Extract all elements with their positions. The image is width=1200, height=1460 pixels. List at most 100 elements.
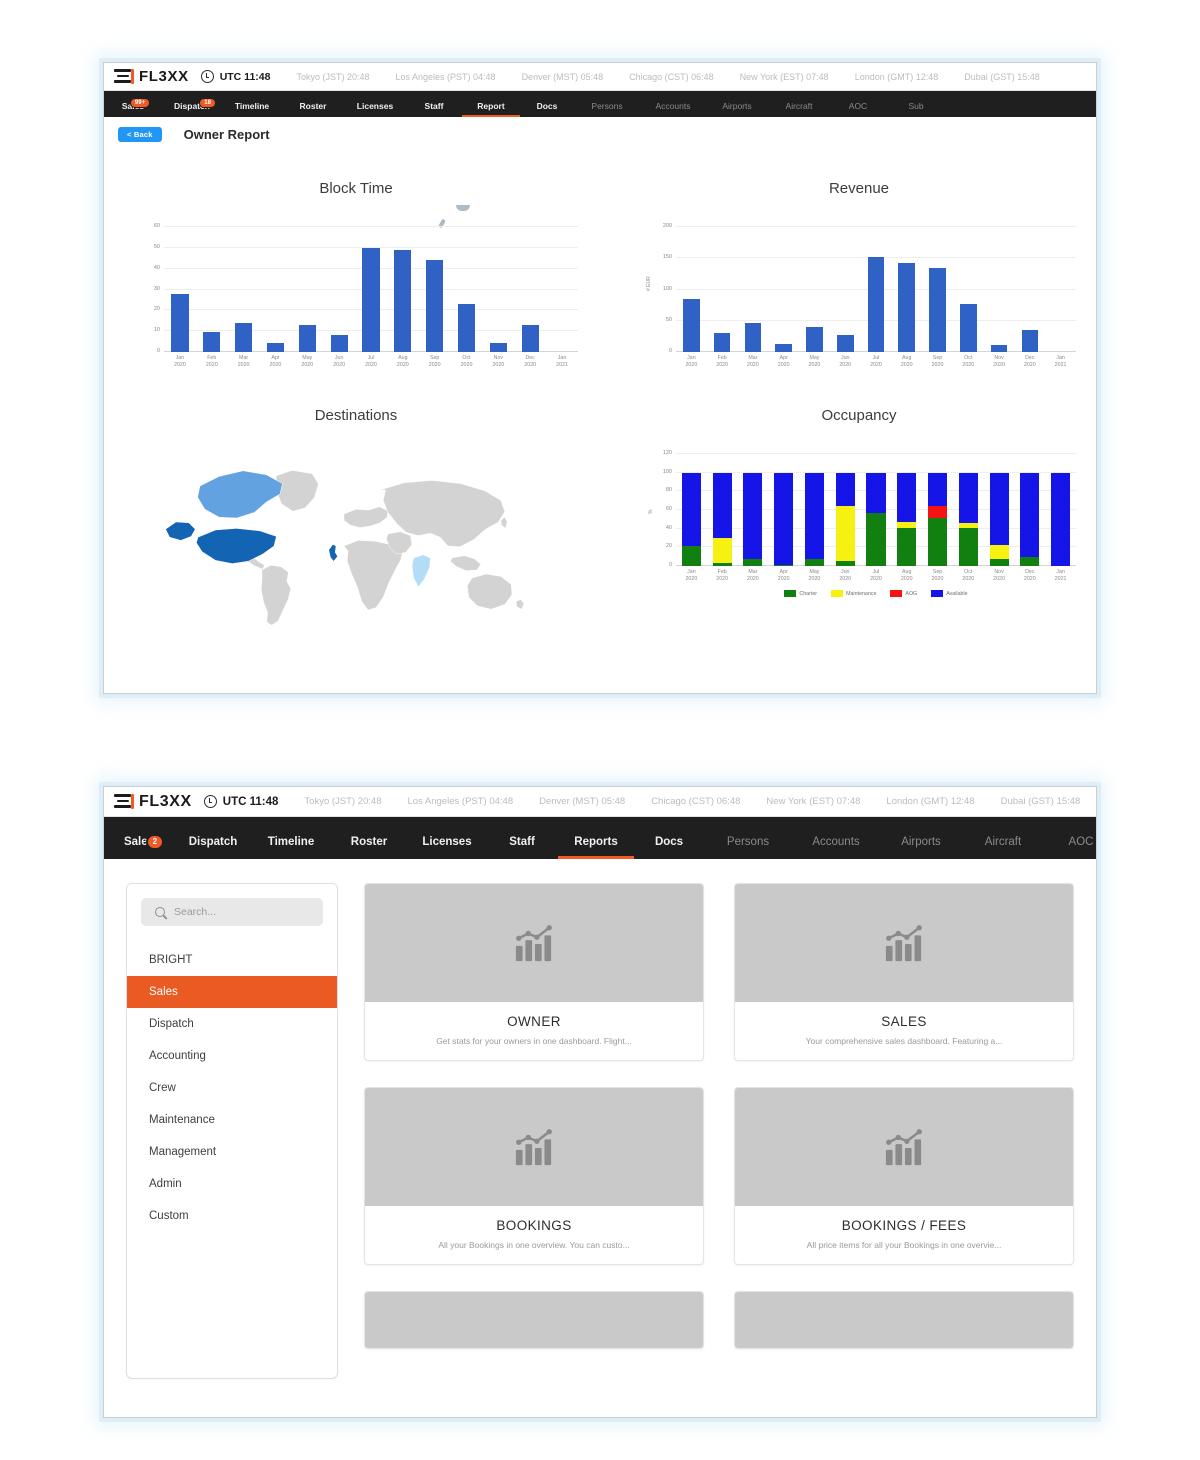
legend-item-maintenance[interactable]: Maintenance [831,590,876,597]
nav-item-docs[interactable]: Docs [634,836,704,859]
bar[interactable] [929,268,946,352]
fl3xx-logo-2[interactable]: FL3XX [114,793,192,811]
fl3xx-logo[interactable]: FL3XX [114,68,189,85]
bar[interactable] [1051,472,1071,566]
nav-item-airports[interactable]: Airports [880,836,962,859]
bar[interactable] [744,323,762,352]
bar[interactable] [330,335,348,352]
bar[interactable] [681,472,701,566]
nav-item-persons[interactable]: Persons [704,836,792,859]
bar[interactable] [867,257,885,352]
nav-item-aoc[interactable]: AOC [1044,836,1096,859]
nav-item-staff[interactable]: Staff [486,836,558,859]
bar[interactable] [990,344,1008,352]
xaxis-revenue: Jan 2020 Feb 2020 Mar 2020 Apr 2020 May 2020 Jun 20… [676,355,1076,369]
bar[interactable] [457,304,476,352]
bar[interactable] [713,333,731,352]
nav-item-reports[interactable]: Reports [558,836,634,859]
search-field[interactable]: Search... [141,898,323,926]
nav-item-airports[interactable]: Airports [706,101,768,117]
sidebar-item-bright[interactable]: BRIGHT [127,944,337,976]
nav-item-dispatch[interactable]: Dispatch [174,836,252,859]
bar[interactable] [743,472,763,566]
nav-item-persons[interactable]: Persons [574,101,640,117]
report-card-bookings-fees[interactable]: BOOKINGS / FEES All price items for all y… [734,1087,1074,1265]
nav-item-roster[interactable]: Roster [330,836,408,859]
nav-item-aircraft[interactable]: Aircraft [962,836,1044,859]
nav-item-aoc[interactable]: AOC [830,101,886,117]
report-card-sales[interactable]: SALES Your comprehensive sales dashboard.… [734,883,1074,1061]
bar[interactable] [804,472,824,566]
sidebar-item-management[interactable]: Management [127,1136,337,1168]
sidebar-item-sales[interactable]: Sales [127,976,337,1008]
bar[interactable] [806,327,823,352]
legend-swatch [890,590,903,597]
bar[interactable] [898,263,916,352]
nav-item-sales[interactable]: Sales 2 [104,834,174,859]
bar-slot [164,227,196,352]
nav-item-dispatch[interactable]: Dispatch 18 [162,98,222,117]
bar[interactable] [362,247,380,352]
back-button[interactable]: < Back [118,127,162,142]
report-card-partial[interactable] [364,1291,704,1349]
report-card-bookings[interactable]: BOOKINGS All your Bookings in one overvie… [364,1087,704,1265]
nav-item-sales[interactable]: Sales99+ [104,98,162,117]
bar[interactable] [835,472,855,566]
legend-item-aog[interactable]: AOG [890,590,917,597]
bar[interactable] [959,303,977,352]
bar[interactable] [394,249,412,352]
nav-item-accounts[interactable]: Accounts [640,101,706,117]
bar[interactable] [958,472,978,566]
chart-title-block-time: Block Time [319,180,393,197]
nav-item-staff[interactable]: Staff [406,101,462,117]
nav-item-report[interactable]: Report [462,101,520,117]
bar[interactable] [683,298,700,352]
legend-item-available[interactable]: Available [931,590,968,597]
bar[interactable] [298,324,316,352]
bar[interactable] [521,324,539,352]
nav-item-docs[interactable]: Docs [520,101,574,117]
bar-slot [1014,227,1045,352]
world-map[interactable] [126,438,586,638]
nav-item-accounts[interactable]: Accounts [792,836,880,859]
bar[interactable] [1021,330,1039,352]
bar[interactable] [775,343,792,352]
x-tick-label: Feb 2020 [716,569,729,582]
bar[interactable] [927,472,948,566]
sidebar-item-accounting[interactable]: Accounting [127,1040,337,1072]
nav-item-licenses[interactable]: Licenses [408,836,486,859]
report-card-owner[interactable]: OWNER Get stats for your owners in one da… [364,883,704,1061]
sidebar-item-dispatch[interactable]: Dispatch [127,1008,337,1040]
sidebar-item-crew[interactable]: Crew [127,1072,337,1104]
bar[interactable] [712,472,732,566]
bar[interactable] [489,342,507,352]
nav-item-aircraft[interactable]: Aircraft [768,101,830,117]
bar[interactable] [266,342,285,352]
bar[interactable] [836,335,854,352]
bar[interactable] [897,472,917,566]
bar[interactable] [989,472,1009,566]
bar[interactable] [774,472,794,566]
reports-body: Search... BRIGHT Sales Dispatch Accounting C… [104,859,1096,1417]
card-thumbnail [735,1292,1073,1348]
nav-item-timeline[interactable]: Timeline [222,101,282,117]
bar[interactable] [1020,472,1040,566]
bar[interactable] [203,332,221,352]
sidebar-item-custom[interactable]: Custom [127,1200,337,1232]
sidebar-item-admin[interactable]: Admin [127,1168,337,1200]
sidebar-item-maintenance[interactable]: Maintenance [127,1104,337,1136]
bar[interactable] [426,260,444,352]
bar[interactable] [866,472,886,566]
legend-item-charter[interactable]: Charter [784,590,817,597]
xaxis-block-time: Jan 2020 Feb 2020 Mar 2020 Apr 2020 May 2020 Jun 20… [164,355,578,369]
nav-item-timeline[interactable]: Timeline [252,836,330,859]
bar[interactable] [171,293,189,352]
bar[interactable] [235,322,253,352]
report-card-partial[interactable] [734,1291,1074,1349]
card-thumbnail [365,1088,703,1206]
bar-slot [514,227,546,352]
nav-item-sub[interactable]: Sub [886,101,946,117]
nav-item-licenses[interactable]: Licenses [344,101,406,117]
x-tick-label: Oct 2020 [460,355,473,368]
nav-item-roster[interactable]: Roster [282,101,344,117]
